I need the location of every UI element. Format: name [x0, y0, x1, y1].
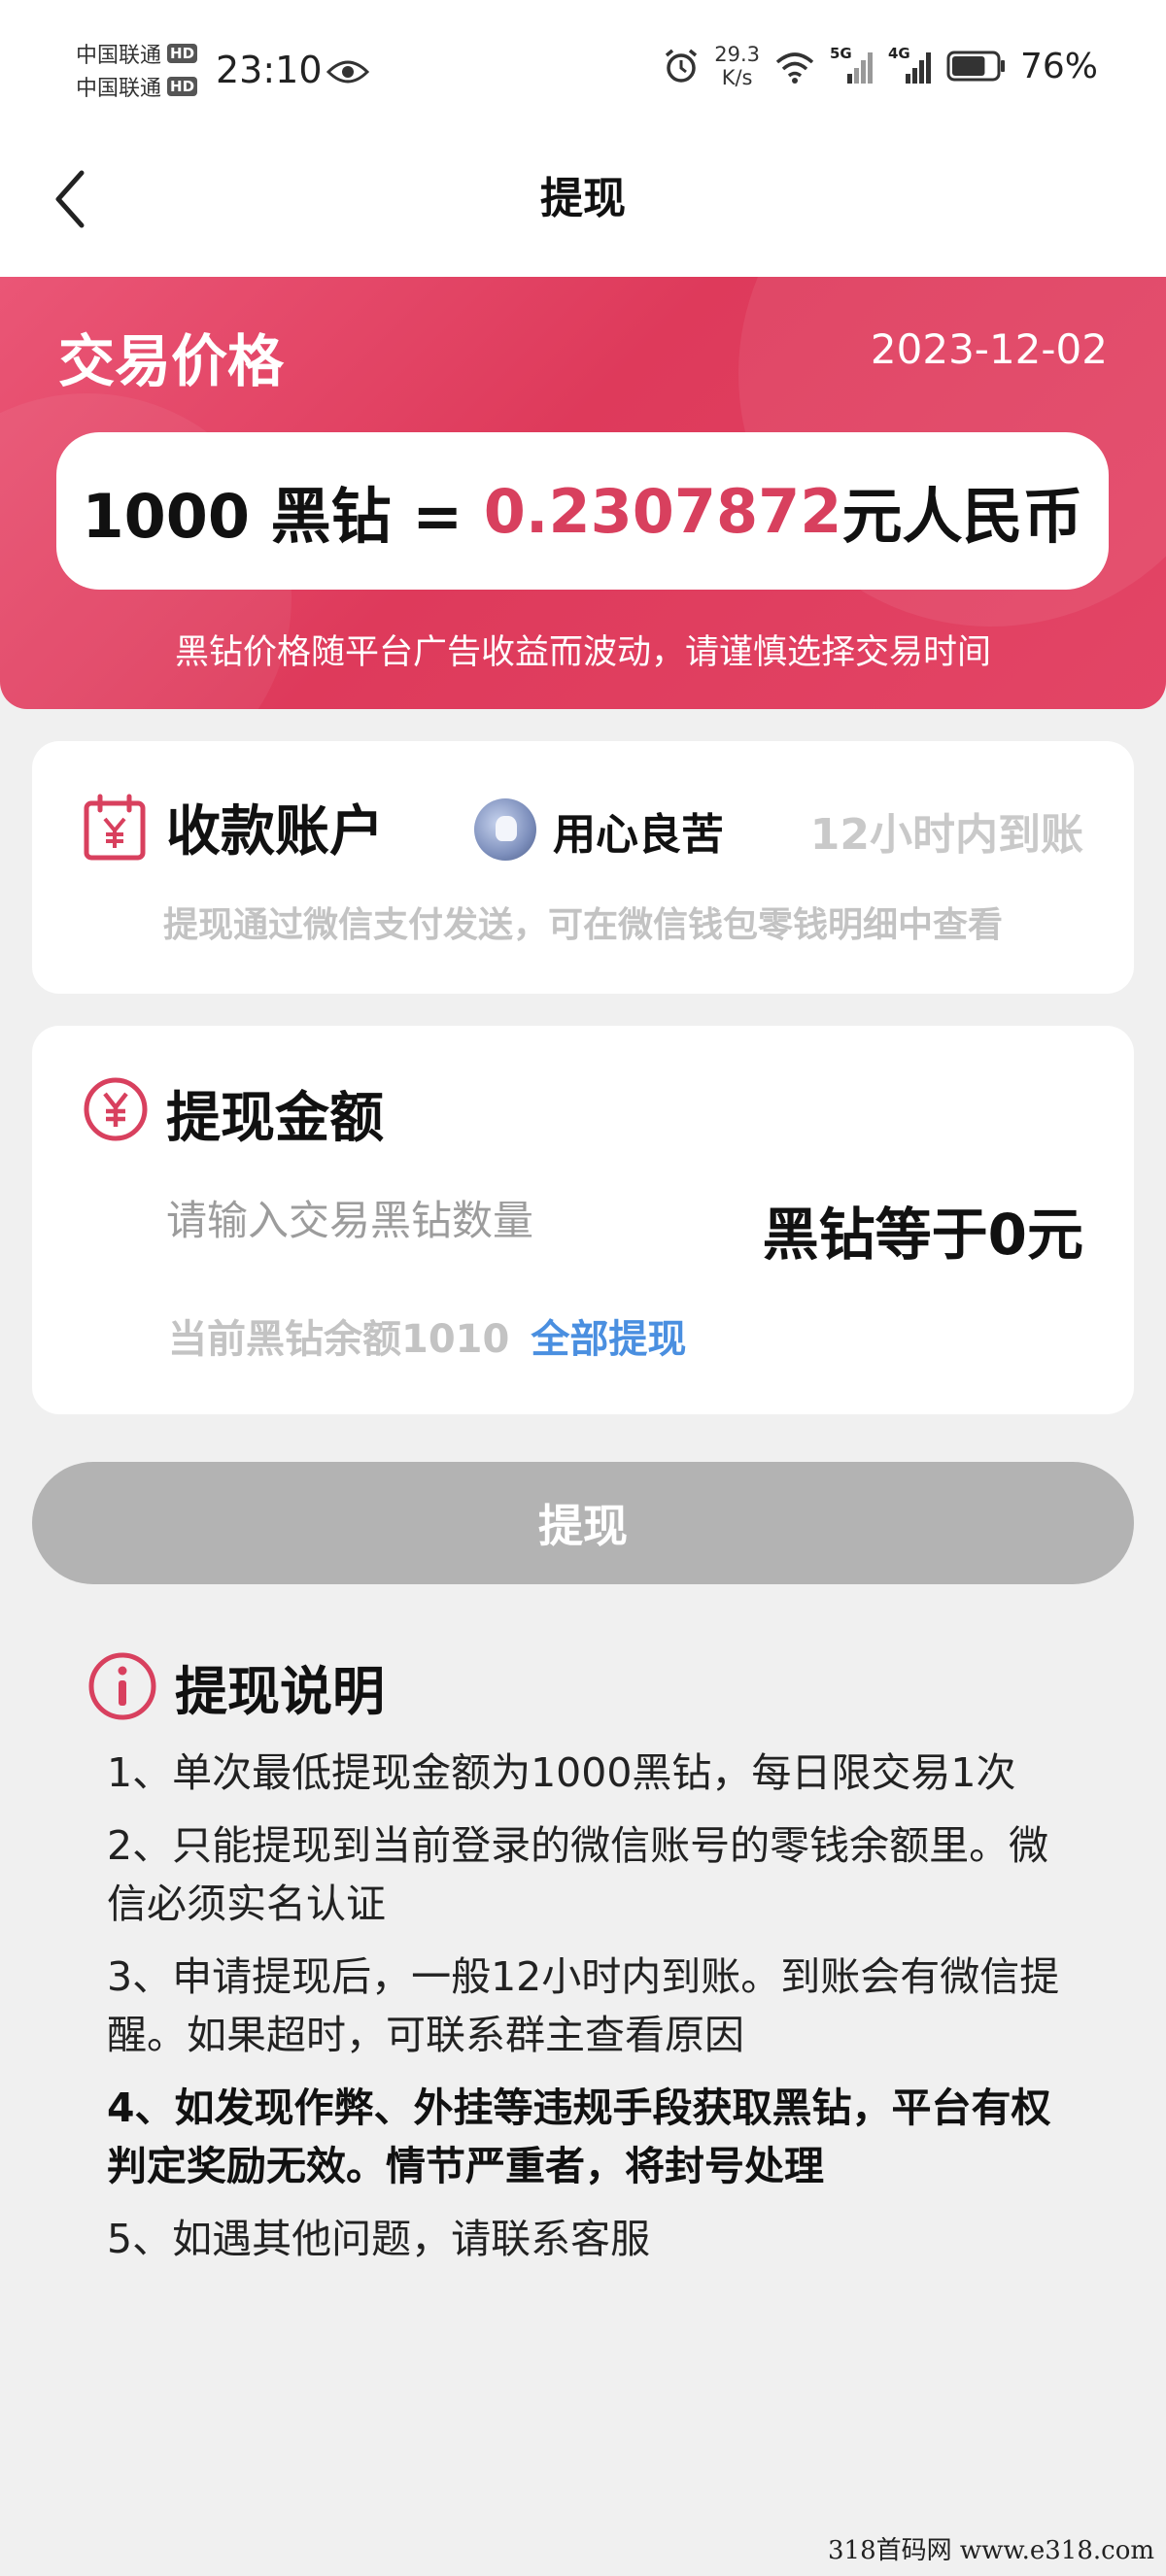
sig2-label: 4G: [887, 45, 910, 62]
converted-amount-text: 黑钻等于0元: [762, 1202, 1083, 1268]
current-balance-text: 当前黑钻余额1010: [168, 1317, 510, 1362]
instructions-title: 提现说明: [175, 1661, 385, 1722]
battery-percent: 76%: [1019, 46, 1098, 86]
amount-title: 提现金额: [166, 1087, 384, 1150]
carrier-info: 中国联通 HD 中国联通 HD: [76, 37, 198, 103]
price-banner: 交易价格 2023-12-02 1000 黑钻 = 0.2307872 元人民币 …: [0, 277, 1166, 709]
network-speed: 29.3 K/s: [714, 43, 760, 89]
withdraw-amount-card: 提现金额 黑钻等于0元 当前黑钻余额1010 全部提现: [32, 1026, 1134, 1414]
carrier-1-label: 中国联通: [76, 44, 162, 68]
avatar: [474, 798, 536, 861]
alarm-icon: [666, 49, 698, 83]
instruction-item: 2、只能提现到当前登录的微信账号的零钱余额里。微信必须实名认证: [107, 1822, 1049, 1927]
balance-row: 当前黑钻余额1010 全部提现: [168, 1307, 686, 1364]
instruction-item-warning: 4、如发现作弊、外挂等违规手段获取黑钻，平台有权判定奖励无效。情节严重者，将封号…: [107, 2085, 1051, 2189]
hd-badge: HD: [167, 77, 198, 96]
net-speed-unit: K/s: [721, 66, 753, 89]
price-value: 0.2307872: [483, 475, 842, 547]
withdraw-submit-button[interactable]: 提现: [32, 1462, 1134, 1584]
instructions-list: 1、单次最低提现金额为1000黑钻，每日限交易1次 2、只能提现到当前登录的微信…: [107, 1744, 1079, 2283]
status-time: 23:10: [216, 49, 323, 91]
page-title: 提现: [540, 174, 626, 223]
instruction-item: 3、申请提现后，一般12小时内到账。到账会有微信提醒。如果超时，可联系群主查看原…: [107, 1953, 1060, 2058]
calendar-yen-icon: [84, 794, 146, 861]
banner-date: 2023-12-02: [870, 325, 1108, 373]
banner-title: 交易价格: [58, 328, 285, 394]
net-speed-value: 29.3: [714, 43, 760, 66]
yen-circle-icon: [84, 1077, 148, 1141]
exchange-rate-box: 1000 黑钻 = 0.2307872 元人民币: [56, 432, 1109, 590]
diamond-amount-input[interactable]: [166, 1186, 671, 1254]
account-title: 收款账户: [166, 800, 384, 864]
withdraw-all-link[interactable]: 全部提现: [531, 1317, 686, 1362]
wifi-icon: [775, 52, 814, 84]
watermark: 318首码网 www.e318.com: [828, 2536, 1154, 2565]
price-left: 1000 黑钻 =: [82, 481, 484, 552]
battery-icon: [946, 51, 1005, 82]
price-unit: 元人民币: [841, 481, 1083, 552]
arrival-time-label: 12小时内到账: [809, 810, 1083, 860]
sig1-label: 5G: [829, 45, 852, 62]
cell-signal-5g: 5G: [829, 45, 874, 85]
carrier-2-label: 中国联通: [76, 77, 162, 101]
banner-note: 黑钻价格随平台广告收益而波动，请谨慎选择交易时间: [174, 633, 991, 672]
account-user-name: 用心良苦: [553, 810, 724, 860]
cell-signal-4g: 4G: [887, 45, 933, 85]
instruction-item: 1、单次最低提现金额为1000黑钻，每日限交易1次: [107, 1749, 1016, 1796]
instruction-item: 5、如遇其他问题，请联系客服: [107, 2216, 651, 2262]
eye-icon: [326, 60, 369, 84]
info-icon: [88, 1652, 156, 1720]
account-note: 提现通过微信支付发送，可在微信钱包零钱明细中查看: [162, 905, 1003, 945]
nav-bar: 提现: [0, 136, 1166, 277]
receiving-account-card: 收款账户 用心良苦 12小时内到账 提现通过微信支付发送，可在微信钱包零钱明细中…: [32, 741, 1134, 994]
status-bar: 中国联通 HD 中国联通 HD 23:10 29.3 K/s 5G 4G 76%: [0, 0, 1166, 136]
hd-badge: HD: [167, 44, 198, 63]
